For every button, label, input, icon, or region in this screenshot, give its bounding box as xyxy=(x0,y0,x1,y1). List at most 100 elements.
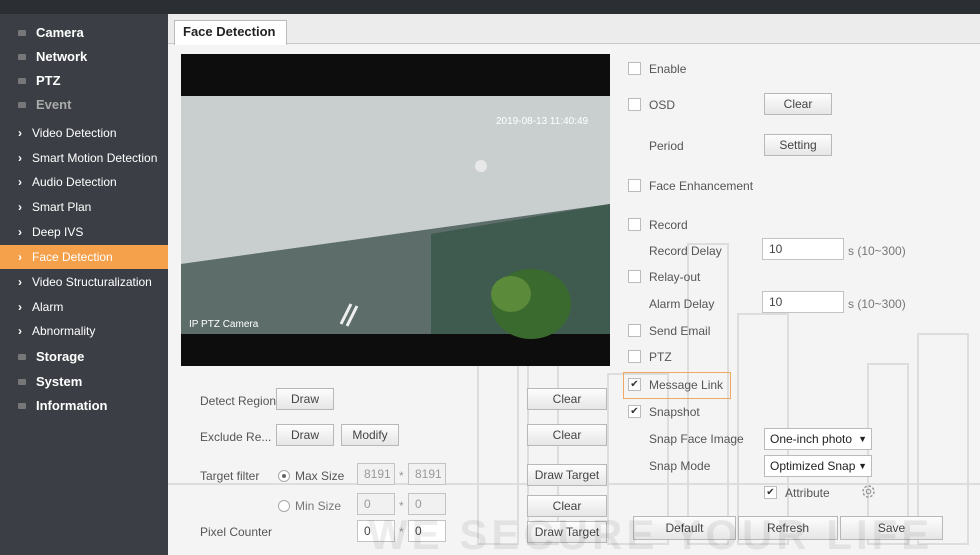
sidebar-item-event[interactable]: Event xyxy=(0,93,168,117)
osd-checkbox[interactable] xyxy=(628,98,641,111)
max-size-height-input[interactable]: 8191 xyxy=(408,463,446,485)
attribute-checkbox[interactable]: ✔ xyxy=(764,486,777,499)
snap-mode-label: Snap Mode xyxy=(649,459,711,473)
message-link-label: Message Link xyxy=(649,378,724,392)
sidebar-item-storage[interactable]: Storage xyxy=(0,345,168,369)
pixel-counter-width-input[interactable]: 0 xyxy=(357,520,395,542)
snap-mode-select[interactable]: Optimized Snap ▼ xyxy=(764,455,872,477)
exclude-region-clear-button[interactable]: Clear xyxy=(527,424,607,446)
sidebar-item-label: Camera xyxy=(36,25,84,40)
sidebar-item-camera[interactable]: Camera xyxy=(0,21,168,45)
sidebar-sub-label: Deep IVS xyxy=(32,225,84,239)
dropdown-arrow-icon: ▼ xyxy=(858,434,867,444)
message-link-checkbox[interactable]: ✔ xyxy=(628,378,641,391)
bullet-icon xyxy=(18,379,26,385)
sidebar-item-label: Network xyxy=(36,49,88,64)
attribute-label: Attribute xyxy=(785,486,830,500)
target-filter-label: Target filter xyxy=(200,469,260,483)
min-size-clear-button[interactable]: Clear xyxy=(527,495,607,517)
video-timestamp: 2019-08-13 11:40:49 xyxy=(496,116,589,127)
sidebar-item-label: PTZ xyxy=(36,73,61,88)
chevron-right-icon: › xyxy=(18,175,22,189)
sidebar-item-ptz[interactable]: PTZ xyxy=(0,69,168,93)
relay-out-checkbox[interactable] xyxy=(628,270,641,283)
sidebar-sub-label: Video Structuralization xyxy=(32,275,152,289)
draw-target-button[interactable]: Draw Target xyxy=(527,464,607,486)
sidebar-sub-alarm[interactable]: › Alarm xyxy=(0,295,168,319)
sidebar-sub-smart-plan[interactable]: › Smart Plan xyxy=(0,195,168,219)
send-email-label: Send Email xyxy=(649,324,711,338)
pixel-counter-draw-target-button[interactable]: Draw Target xyxy=(527,521,607,543)
detect-region-label: Detect Region xyxy=(200,394,277,408)
video-channel-name: IP PTZ Camera xyxy=(189,319,259,330)
send-email-checkbox[interactable] xyxy=(628,324,641,337)
refresh-button[interactable]: Refresh xyxy=(738,516,838,540)
sidebar-sub-abnormality[interactable]: › Abnormality xyxy=(0,319,168,343)
ptz-checkbox[interactable] xyxy=(628,350,641,363)
snapshot-label: Snapshot xyxy=(649,405,700,419)
exclude-region-label: Exclude Re... xyxy=(200,430,272,444)
save-button[interactable]: Save xyxy=(840,516,943,540)
snap-mode-value: Optimized Snap xyxy=(770,459,856,473)
enable-checkbox[interactable] xyxy=(628,62,641,75)
chevron-right-icon: › xyxy=(18,250,22,264)
exclude-region-draw-button[interactable]: Draw xyxy=(276,424,334,446)
period-setting-button[interactable]: Setting xyxy=(764,134,832,156)
top-bar xyxy=(0,0,980,14)
sidebar-sub-label: Video Detection xyxy=(32,126,117,140)
enable-label: Enable xyxy=(649,62,687,76)
osd-label: OSD xyxy=(649,98,676,112)
sidebar-item-label: System xyxy=(36,374,83,389)
min-size-width-input[interactable]: 0 xyxy=(357,493,395,515)
sidebar-sub-label: Audio Detection xyxy=(32,175,117,189)
bullet-icon xyxy=(18,354,26,360)
min-size-label: Min Size xyxy=(295,499,342,513)
chevron-right-icon: › xyxy=(18,151,22,165)
sidebar-sub-deep-ivs[interactable]: › Deep IVS xyxy=(0,220,168,244)
snap-face-image-value: One-inch photo xyxy=(770,432,853,446)
live-video[interactable]: 2019-08-13 11:40:49 IP PTZ Camera xyxy=(181,54,610,366)
face-enhancement-checkbox[interactable] xyxy=(628,179,641,192)
max-size-radio[interactable] xyxy=(278,470,290,482)
bullet-icon xyxy=(18,102,26,108)
snapshot-checkbox[interactable]: ✔ xyxy=(628,405,641,418)
alarm-delay-label: Alarm Delay xyxy=(649,297,715,311)
sidebar-item-network[interactable]: Network xyxy=(0,45,168,69)
record-delay-input[interactable]: 10 xyxy=(762,238,844,260)
osd-clear-button[interactable]: Clear xyxy=(764,93,832,115)
detect-region-clear-button[interactable]: Clear xyxy=(527,388,607,410)
max-size-width-input[interactable]: 8191 xyxy=(357,463,395,485)
alarm-delay-input[interactable]: 10 xyxy=(762,291,844,313)
relay-out-label: Relay-out xyxy=(649,270,701,284)
min-size-radio[interactable] xyxy=(278,500,290,512)
sidebar-sub-label: Smart Plan xyxy=(32,200,92,214)
snap-face-image-select[interactable]: One-inch photo ▼ xyxy=(764,428,872,450)
sidebar-sub-label: Face Detection xyxy=(32,250,113,264)
sidebar-sub-smart-motion-detection[interactable]: › Smart Motion Detection xyxy=(0,146,168,170)
detect-region-draw-button[interactable]: Draw xyxy=(276,388,334,410)
min-size-height-input[interactable]: 0 xyxy=(408,493,446,515)
sidebar-item-information[interactable]: Information xyxy=(0,394,168,418)
bullet-icon xyxy=(18,78,26,84)
sidebar-item-label: Information xyxy=(36,398,108,413)
sidebar-sub-video-detection[interactable]: › Video Detection xyxy=(0,121,168,145)
sidebar-item-label: Storage xyxy=(36,349,85,364)
exclude-region-modify-button[interactable]: Modify xyxy=(341,424,399,446)
ptz-label: PTZ xyxy=(649,350,672,364)
default-button[interactable]: Default xyxy=(633,516,736,540)
sidebar-sub-face-detection[interactable]: › Face Detection xyxy=(0,245,168,269)
pixel-counter-height-input[interactable]: 0 xyxy=(408,520,446,542)
sidebar-sub-audio-detection[interactable]: › Audio Detection xyxy=(0,170,168,194)
sidebar-sub-video-structuralization[interactable]: › Video Structuralization xyxy=(0,270,168,294)
sidebar-item-system[interactable]: System xyxy=(0,370,168,394)
gear-icon[interactable] xyxy=(861,484,876,499)
chevron-right-icon: › xyxy=(18,200,22,214)
record-delay-range: s (10~300) xyxy=(848,244,906,258)
record-checkbox[interactable] xyxy=(628,218,641,231)
size-separator: * xyxy=(399,499,404,513)
period-label: Period xyxy=(649,139,684,153)
sidebar: Camera Network PTZ Event › Video Detectio… xyxy=(0,14,168,555)
max-size-label: Max Size xyxy=(295,469,345,483)
tab-face-detection[interactable]: Face Detection xyxy=(174,20,287,45)
pixel-counter-label: Pixel Counter xyxy=(200,525,273,539)
